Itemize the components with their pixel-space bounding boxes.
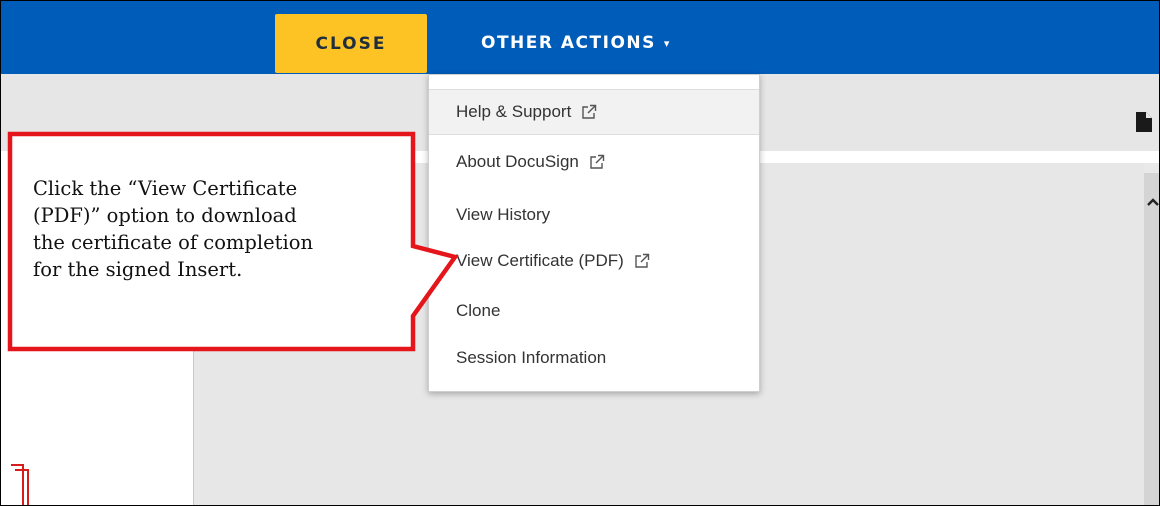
callout-line: for the signed Insert. [33,258,243,281]
callout-text: Click the “View Certificate (PDF)” optio… [33,175,403,283]
callout-line: (PDF)” option to download [33,204,297,227]
callout-line: Click the “View Certificate [33,177,298,200]
callout-line: the certificate of completion [33,231,314,254]
